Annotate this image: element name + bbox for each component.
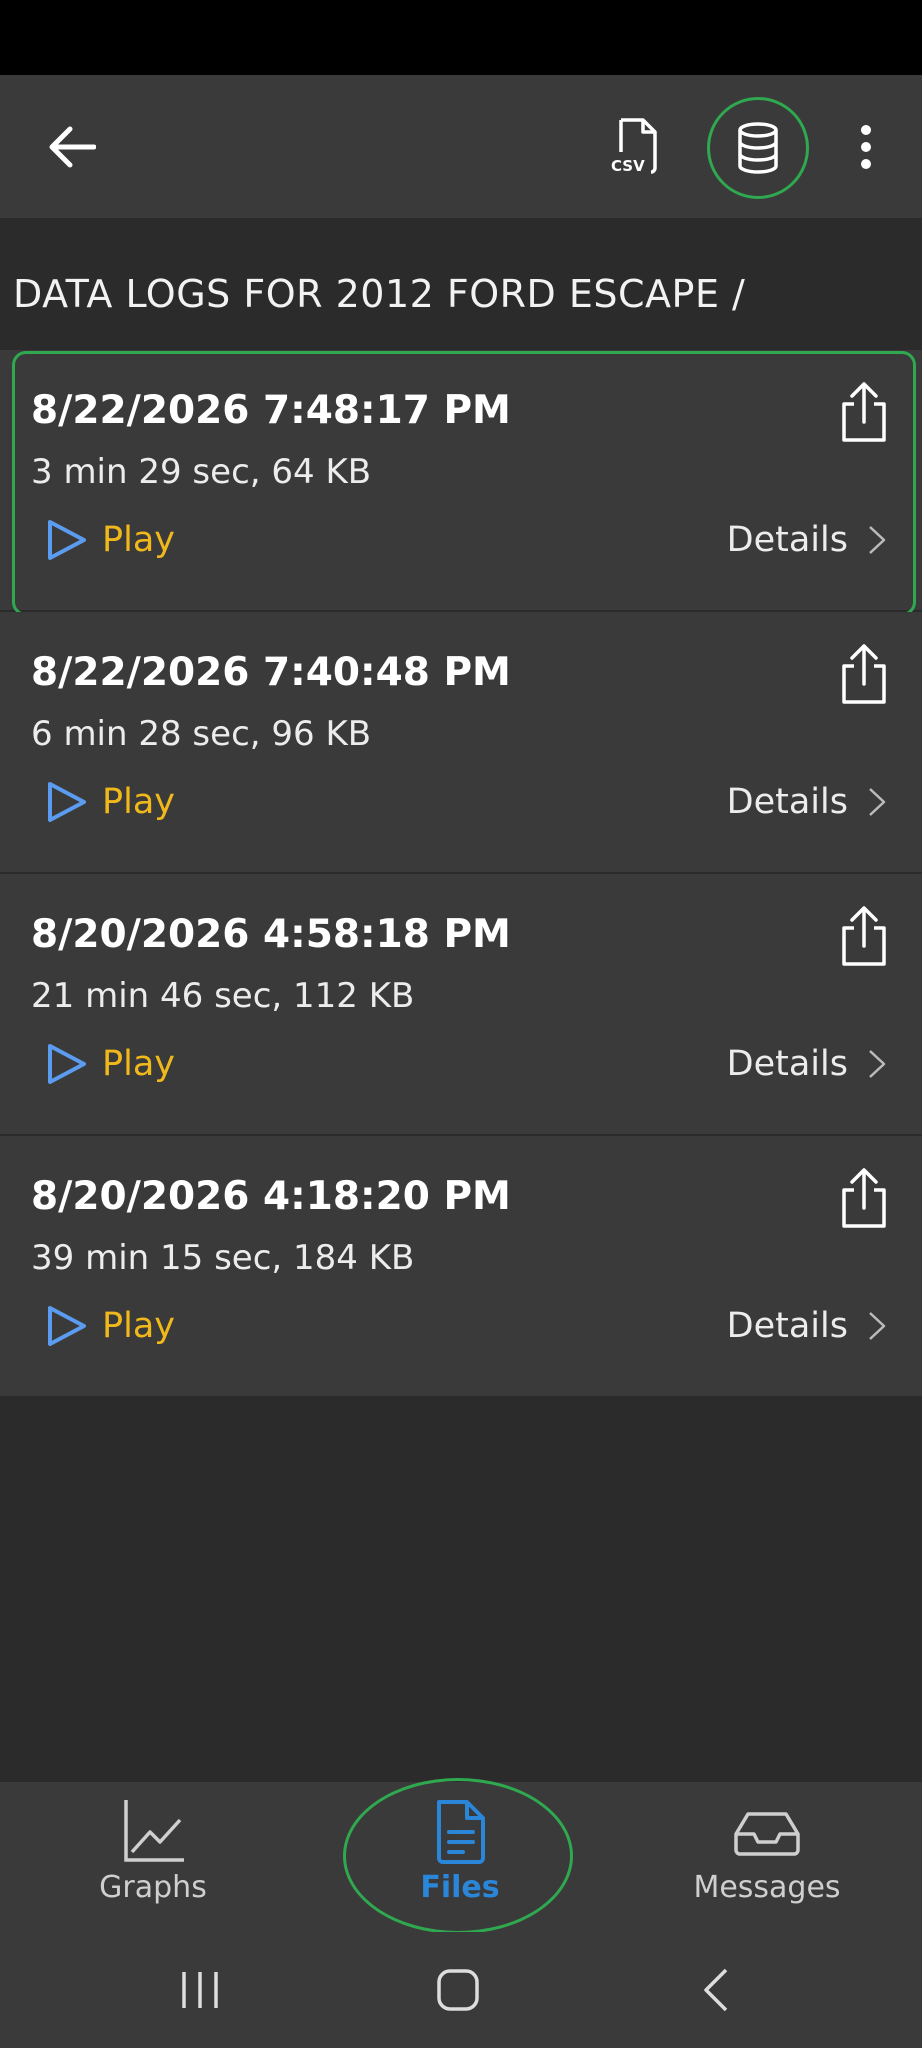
csv-label: CSV	[611, 157, 645, 175]
play-button[interactable]: Play	[44, 774, 175, 830]
log-card[interactable]: 8/20/2026 4:58:18 PM 21 min 46 sec, 112 …	[0, 874, 922, 1136]
play-icon	[48, 1306, 86, 1346]
log-summary: 39 min 15 sec, 184 KB	[31, 1238, 415, 1278]
file-icon	[437, 1800, 485, 1864]
details-label: Details	[726, 1306, 848, 1346]
share-button[interactable]	[836, 904, 892, 968]
play-button[interactable]: Play	[44, 1298, 175, 1354]
database-button[interactable]	[707, 97, 809, 199]
share-button[interactable]	[836, 1166, 892, 1230]
play-icon	[48, 1044, 86, 1084]
share-icon	[842, 906, 886, 966]
share-icon	[842, 382, 886, 442]
log-summary: 21 min 46 sec, 112 KB	[31, 976, 415, 1016]
database-icon	[738, 122, 778, 174]
share-button[interactable]	[836, 380, 892, 444]
play-label: Play	[102, 1306, 175, 1346]
log-list: 8/22/2026 7:48:17 PM 3 min 29 sec, 64 KB…	[0, 350, 922, 1398]
share-button[interactable]	[836, 642, 892, 706]
chevron-right-icon	[869, 526, 886, 554]
details-label: Details	[726, 782, 848, 822]
details-button[interactable]: Details	[727, 512, 888, 568]
more-options-button[interactable]	[846, 112, 886, 182]
details-label: Details	[726, 520, 848, 560]
status-bar	[0, 0, 922, 75]
nav-label-graphs: Graphs	[99, 1870, 207, 1905]
log-timestamp: 8/20/2026 4:18:20 PM	[31, 1174, 511, 1219]
home-icon	[437, 1969, 479, 2011]
log-card[interactable]: 8/22/2026 7:40:48 PM 6 min 28 sec, 96 KB…	[0, 612, 922, 874]
nav-item-messages[interactable]: Messages	[667, 1796, 867, 1916]
nav-item-graphs[interactable]: Graphs	[53, 1796, 253, 1916]
chevron-left-icon	[704, 1968, 728, 2012]
line-chart-icon	[124, 1800, 184, 1862]
system-back-button[interactable]	[676, 1955, 756, 2025]
play-label: Play	[102, 520, 175, 560]
share-icon	[842, 1168, 886, 1228]
details-label: Details	[726, 1044, 848, 1084]
details-button[interactable]: Details	[727, 1298, 888, 1354]
play-label: Play	[102, 1044, 175, 1084]
nav-label-files: Files	[420, 1870, 500, 1905]
inbox-icon	[734, 1812, 800, 1856]
more-vertical-icon	[861, 125, 871, 169]
share-icon	[842, 644, 886, 704]
recent-apps-icon	[182, 1972, 218, 2008]
csv-file-icon: CSV	[611, 118, 657, 175]
nav-item-files[interactable]: Files	[360, 1796, 560, 1916]
log-summary: 6 min 28 sec, 96 KB	[31, 714, 372, 754]
play-label: Play	[102, 782, 175, 822]
recent-apps-button[interactable]	[160, 1955, 240, 2025]
log-timestamp: 8/20/2026 4:58:18 PM	[31, 912, 511, 957]
log-timestamp: 8/22/2026 7:48:17 PM	[31, 388, 511, 433]
home-button[interactable]	[418, 1955, 498, 2025]
details-button[interactable]: Details	[727, 774, 888, 830]
chevron-right-icon	[869, 788, 886, 816]
play-button[interactable]: Play	[44, 512, 175, 568]
back-button[interactable]	[30, 105, 114, 189]
play-icon	[48, 782, 86, 822]
log-timestamp: 8/22/2026 7:40:48 PM	[31, 650, 511, 695]
section-title: DATA LOGS FOR 2012 FORD ESCAPE /	[13, 272, 746, 316]
log-summary: 3 min 29 sec, 64 KB	[31, 452, 372, 492]
chevron-right-icon	[869, 1312, 886, 1340]
log-card[interactable]: 8/22/2026 7:48:17 PM 3 min 29 sec, 64 KB…	[0, 350, 922, 616]
details-button[interactable]: Details	[727, 1036, 888, 1092]
arrow-left-icon	[49, 126, 96, 168]
play-icon	[48, 520, 86, 560]
export-csv-button[interactable]: CSV	[594, 105, 678, 189]
log-card[interactable]: 8/20/2026 4:18:20 PM 39 min 15 sec, 184 …	[0, 1136, 922, 1398]
nav-label-messages: Messages	[693, 1870, 841, 1905]
chevron-right-icon	[869, 1050, 886, 1078]
play-button[interactable]: Play	[44, 1036, 175, 1092]
